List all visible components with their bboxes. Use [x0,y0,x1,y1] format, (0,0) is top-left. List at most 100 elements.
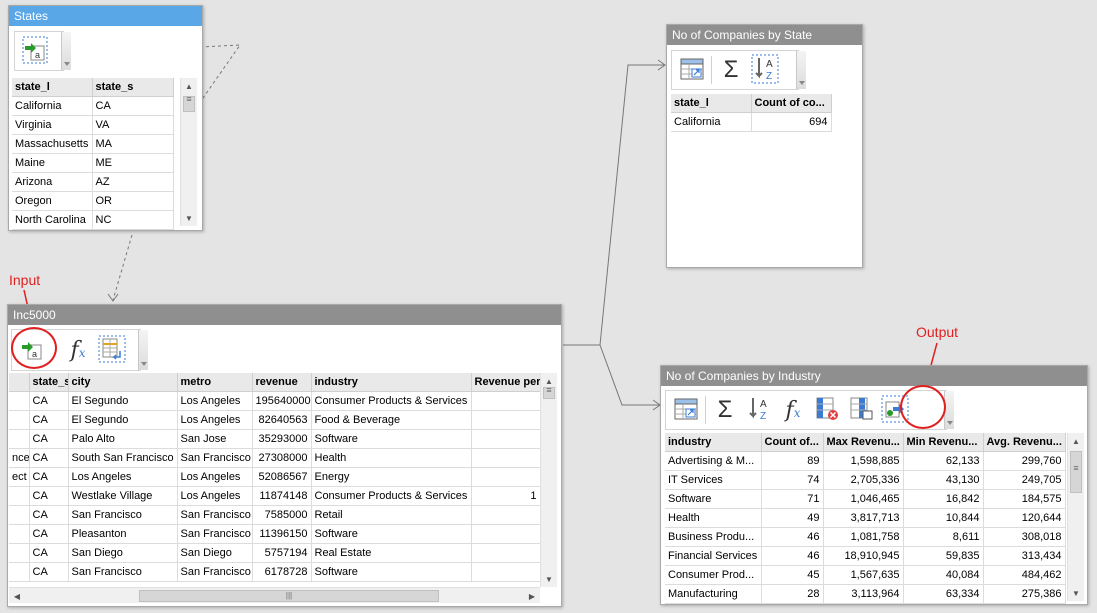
scroll-up-icon[interactable]: ▲ [181,78,197,94]
table-cell[interactable] [9,391,30,411]
table-cell[interactable] [9,429,30,449]
table-cell[interactable]: CA [29,543,69,563]
table-cell[interactable]: El Segundo [68,391,178,411]
scroll-thumb[interactable]: ≡ [543,386,555,399]
table-cell[interactable]: 5757194 [252,543,312,563]
column-header[interactable]: state_s [29,373,69,392]
table-cell[interactable]: 3,817,713 [823,508,904,528]
open-table-button[interactable] [669,393,703,427]
table-cell[interactable]: Pleasanton [68,524,178,544]
table-cell[interactable] [9,486,30,506]
table-row[interactable]: Consumer Prod... 45 1,567,635 40,084 484,462 [665,565,1066,585]
table-cell[interactable]: 3,113,964 [823,584,904,604]
table-row[interactable]: Virginia VA [12,115,174,135]
table-cell[interactable]: Retail [311,505,472,525]
column-header[interactable]: state_l [12,78,93,97]
table-cell[interactable] [9,543,30,563]
scroll-thumb[interactable]: ||| [139,590,439,602]
scroll-left-icon[interactable]: ◀ [9,588,25,604]
table-cell[interactable]: 8,611 [903,527,984,547]
scroll-down-icon[interactable]: ▼ [1068,585,1084,601]
table-cell[interactable]: Financial Services [665,546,762,566]
table-row[interactable]: Oregon OR [12,191,174,211]
table-row[interactable]: CA Pleasanton San Francisco 11396150 Softwar… [9,524,541,544]
table-cell[interactable]: San Francisco [177,505,253,525]
table-cell[interactable]: San Francisco [177,524,253,544]
table-row[interactable]: CA El Segundo Los Angeles 82640563 Food & Be… [9,410,541,430]
table-cell[interactable]: 43,130 [903,470,984,490]
table-row[interactable]: Massachusetts MA [12,134,174,154]
table-cell[interactable]: San Francisco [68,505,178,525]
table-cell[interactable]: North Carolina [12,210,93,230]
table-cell[interactable]: CA [29,429,69,449]
table-cell[interactable] [471,562,541,582]
table-row[interactable]: Financial Services 46 18,910,945 59,835 313,… [665,546,1066,566]
aggregate-button[interactable]: Σ [708,393,742,427]
table-cell[interactable]: Energy [311,467,472,487]
table-cell[interactable]: 694 [751,112,832,132]
column-header[interactable]: Max Revenu... [823,433,904,452]
table-cell[interactable]: 1,598,885 [823,451,904,471]
column-settings-button[interactable] [844,393,878,427]
table-cell[interactable]: 28 [761,584,824,604]
table-cell[interactable]: 11396150 [252,524,312,544]
column-header[interactable]: metro [177,373,253,392]
table-cell[interactable]: CA [29,505,69,525]
table-row[interactable]: CA Westlake Village Los Angeles 11874148 Con… [9,486,541,506]
inc5000-panel[interactable]: Inc5000 a fx state_s city metro revenue … [7,304,562,607]
table-cell[interactable]: Westlake Village [68,486,178,506]
table-cell[interactable]: 184,575 [983,489,1066,509]
table-cell[interactable]: San Francisco [177,448,253,468]
table-cell[interactable]: California [671,112,752,132]
table-cell[interactable]: Software [665,489,762,509]
table-cell[interactable]: 2,705,336 [823,470,904,490]
table-cell[interactable]: 62,133 [903,451,984,471]
table-cell[interactable]: 27308000 [252,448,312,468]
table-cell[interactable]: IT Services [665,470,762,490]
table-row[interactable]: CA El Segundo Los Angeles 195640000 Consumer… [9,391,541,411]
table-cell[interactable]: Oregon [12,191,93,211]
table-row[interactable]: California 694 [671,112,832,132]
table-cell[interactable]: Maine [12,153,93,173]
inc5000-panel-title[interactable]: Inc5000 [8,305,561,325]
table-cell[interactable]: 249,705 [983,470,1066,490]
table-cell[interactable]: San Francisco [68,562,178,582]
table-row[interactable]: Arizona AZ [12,172,174,192]
column-header[interactable]: Avg. Revenu... [983,433,1066,452]
table-cell[interactable] [9,505,30,525]
sort-button[interactable]: A Z [748,53,782,87]
table-cell[interactable]: El Segundo [68,410,178,430]
table-cell[interactable]: 308,018 [983,527,1066,547]
column-header[interactable]: industry [665,433,762,452]
table-cell[interactable] [471,391,541,411]
table-row[interactable]: California CA [12,96,174,116]
table-cell[interactable] [471,410,541,430]
table-cell[interactable]: San Francisco [177,562,253,582]
table-cell[interactable]: 59,835 [903,546,984,566]
table-cell[interactable]: CA [29,410,69,430]
table-cell[interactable]: San Jose [177,429,253,449]
table-row[interactable]: CA San Diego San Diego 5757194 Real Estate [9,543,541,563]
table-cell[interactable]: VA [92,115,174,135]
table-cell[interactable]: 46 [761,546,824,566]
column-header[interactable]: Count of co... [751,94,832,113]
table-cell[interactable]: Manufacturing [665,584,762,604]
column-header[interactable]: city [68,373,178,392]
table-row[interactable]: CA San Francisco San Francisco 7585000 Retai… [9,505,541,525]
table-cell[interactable]: Health [665,508,762,528]
table-cell[interactable]: CA [29,562,69,582]
scroll-right-icon[interactable]: ▶ [524,588,540,604]
table-cell[interactable]: Software [311,524,472,544]
column-header[interactable]: state_l [671,94,752,113]
table-row[interactable]: CA Palo Alto San Jose 35293000 Software [9,429,541,449]
open-table-button[interactable] [675,53,709,87]
table-cell[interactable]: 1 [471,486,541,506]
add-column-button[interactable] [95,333,129,367]
table-cell[interactable]: 82640563 [252,410,312,430]
table-cell[interactable]: Los Angeles [177,467,253,487]
table-cell[interactable]: ect [9,467,30,487]
table-cell[interactable]: 484,462 [983,565,1066,585]
table-cell[interactable] [471,429,541,449]
companies-by-state-title[interactable]: No of Companies by State [667,25,862,45]
table-cell[interactable]: 1,567,635 [823,565,904,585]
